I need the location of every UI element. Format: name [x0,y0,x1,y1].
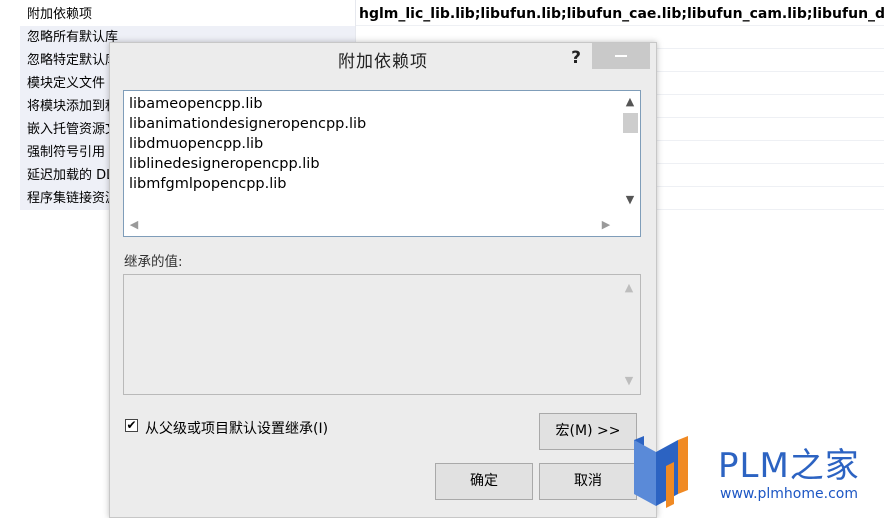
scroll-left-icon[interactable]: ◀ [124,214,144,236]
ok-button[interactable]: 确定 [435,463,533,500]
scroll-up-icon: ▲ [624,281,634,294]
list-item[interactable]: libmfgmlpopencpp.lib [129,174,614,194]
close-icon [615,55,627,57]
scroll-right-icon[interactable]: ▶ [596,214,616,236]
watermark-url: www.plmhome.com [720,486,858,502]
inherit-checkbox[interactable]: ✔ [125,419,138,432]
dependencies-list[interactable]: libameopencpp.lib libanimationdesignerop… [123,90,641,237]
plm-logo-icon [634,436,688,508]
property-value[interactable]: hglm_lic_lib.lib;libufun.lib;libufun_cae… [355,3,884,26]
close-button[interactable] [592,43,650,69]
dependencies-items: libameopencpp.lib libanimationdesignerop… [129,94,614,194]
list-item[interactable]: libameopencpp.lib [129,94,614,114]
horizontal-scrollbar[interactable]: ◀ ▶ [124,214,620,236]
help-button[interactable]: ? [565,47,587,69]
scroll-down-icon: ▼ [624,374,634,387]
property-name: 附加依赖项 [20,3,355,26]
macro-button[interactable]: 宏(M) >> [539,413,637,450]
list-item[interactable]: libanimationdesigneropencpp.lib [129,114,614,134]
inherited-values-box: ▲ ▼ [123,274,641,395]
cancel-button[interactable]: 取消 [539,463,637,500]
list-item[interactable]: libdmuopencpp.lib [129,134,614,154]
list-item[interactable]: liblinedesigneropencpp.lib [129,154,614,174]
additional-dependencies-dialog: 附加依赖项 ? libameopencpp.lib libanimationde… [109,42,657,518]
property-row[interactable]: 附加依赖项 hglm_lic_lib.lib;libufun.lib;libuf… [0,3,884,26]
scroll-up-icon[interactable]: ▲ [620,93,640,111]
inherited-values-label: 继承的值: [124,254,183,270]
watermark-brand: PLM之家 [718,446,860,486]
scroll-thumb[interactable] [623,113,638,133]
scroll-down-icon[interactable]: ▼ [620,191,640,209]
vertical-scrollbar[interactable]: ▲ ▼ [620,91,640,215]
watermark: PLM之家 www.plmhome.com [630,432,884,518]
inherit-checkbox-label[interactable]: 从父级或项目默认设置继承(I) [145,418,328,438]
